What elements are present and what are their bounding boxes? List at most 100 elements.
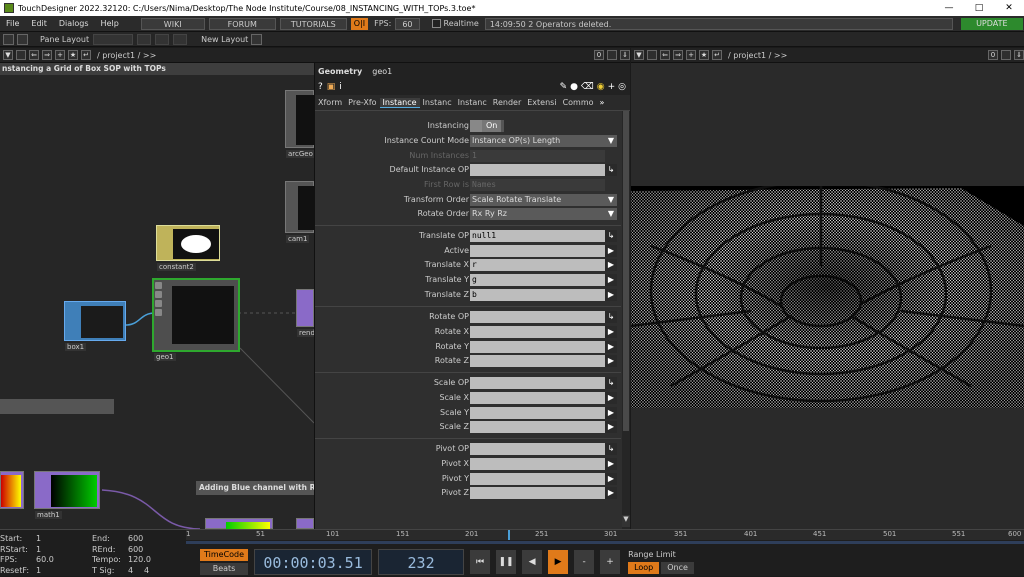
default-op-field[interactable] — [470, 164, 605, 176]
tab-instance[interactable]: Instance — [379, 97, 420, 108]
wiki-button[interactable]: WIKI — [140, 17, 205, 30]
active-field[interactable] — [470, 245, 605, 257]
up-level-icon[interactable]: ↵ — [81, 50, 91, 60]
rewind-icon[interactable]: ⏮ — [470, 550, 491, 574]
node-geo1[interactable]: geo1 — [152, 278, 240, 361]
minimize-button[interactable]: — — [934, 3, 964, 13]
op-name[interactable]: geo1 — [372, 67, 392, 76]
rstart-value[interactable]: 1 — [36, 545, 72, 556]
node-partial-1[interactable] — [205, 518, 273, 529]
realtime-checkbox[interactable] — [431, 19, 441, 28]
playhead[interactable] — [508, 530, 510, 540]
viewer-star-icon[interactable]: ★ — [699, 50, 709, 60]
rotate-z-field[interactable] — [470, 355, 605, 367]
scale-op-field[interactable] — [470, 377, 605, 389]
start-value[interactable]: 1 — [36, 534, 72, 545]
translate-x-arrow-icon[interactable]: ▶ — [605, 259, 617, 271]
scale-z-arrow-icon[interactable]: ▶ — [605, 421, 617, 433]
menu-help[interactable]: Help — [95, 19, 125, 28]
timeline-range-bar[interactable] — [186, 541, 1024, 544]
rotate-y-field[interactable] — [470, 341, 605, 353]
update-button[interactable]: UPDATE — [960, 17, 1023, 30]
menu-dialogs[interactable]: Dialogs — [53, 19, 95, 28]
star-icon[interactable]: ★ — [68, 50, 78, 60]
close-button[interactable]: ✕ — [994, 3, 1024, 13]
pencil-icon[interactable]: ✎ — [560, 82, 568, 92]
loop-button[interactable]: Loop — [628, 561, 660, 574]
translate-y-field[interactable]: g — [470, 274, 605, 286]
translate-op-browse-icon[interactable]: ↳ — [605, 230, 617, 242]
default-op-browse-icon[interactable]: ↳ — [605, 164, 617, 176]
plus-icon[interactable]: + — [600, 550, 621, 574]
rotate-op-field[interactable] — [470, 311, 605, 323]
transform-order-menu[interactable]: Scale Rotate Translate — [470, 194, 605, 206]
tab-xform[interactable]: Xform — [315, 98, 345, 107]
tab-instance-3[interactable]: Instanc — [455, 98, 490, 107]
scale-op-browse-icon[interactable]: ↳ — [605, 377, 617, 389]
count-mode-dropdown-icon[interactable]: ▼ — [605, 135, 617, 147]
translate-z-arrow-icon[interactable]: ▶ — [605, 289, 617, 301]
node-partial-2[interactable] — [296, 518, 314, 529]
viewer-num[interactable]: 0 — [988, 50, 998, 60]
eraser-icon[interactable]: ⌫ — [581, 82, 594, 92]
forward-icon[interactable]: ⇒ — [42, 50, 52, 60]
resetf-value[interactable]: 1 — [36, 566, 72, 577]
network-path[interactable]: / project1 / >> — [97, 51, 156, 60]
pivot-x-arrow-icon[interactable]: ▶ — [605, 458, 617, 470]
pivot-y-arrow-icon[interactable]: ▶ — [605, 473, 617, 485]
tsig-a-value[interactable]: 4 — [128, 566, 144, 577]
back-icon[interactable]: ⇐ — [29, 50, 39, 60]
node-ramp[interactable] — [0, 471, 24, 509]
node-box1[interactable]: box1 — [64, 301, 126, 351]
pivot-z-arrow-icon[interactable]: ▶ — [605, 487, 617, 499]
pane-icon[interactable] — [3, 33, 14, 45]
tab-render[interactable]: Render — [490, 98, 524, 107]
viewer-path[interactable]: / project1 / >> — [728, 51, 787, 60]
frame-display[interactable]: 232 — [378, 549, 465, 575]
viewer-up-level-icon[interactable]: ↵ — [712, 50, 722, 60]
menu-edit[interactable]: Edit — [25, 19, 53, 28]
node-render[interactable]: rend — [296, 289, 314, 337]
python-icon[interactable]: ◉ — [597, 82, 605, 92]
timecode-display[interactable]: 00:00:03.51 — [254, 549, 373, 575]
rend-value[interactable]: 600 — [128, 545, 164, 556]
fps-value[interactable]: 60 — [395, 17, 420, 30]
split-icon[interactable] — [16, 50, 26, 60]
play-icon[interactable]: ▶ — [548, 550, 569, 574]
param-scrollbar[interactable] — [622, 111, 630, 529]
pivot-op-browse-icon[interactable]: ↳ — [605, 443, 617, 455]
rotate-op-browse-icon[interactable]: ↳ — [605, 311, 617, 323]
translate-op-field[interactable]: null1 — [470, 230, 605, 242]
count-mode-menu[interactable]: Instance OP(s) Length — [470, 135, 605, 147]
step-back-icon[interactable]: ◀ — [522, 550, 543, 574]
forum-button[interactable]: FORUM — [208, 17, 276, 30]
first-row-menu[interactable]: Names — [470, 179, 605, 191]
pane-layout-slot-3[interactable] — [155, 33, 170, 45]
pivot-y-field[interactable] — [470, 473, 605, 485]
scale-y-arrow-icon[interactable]: ▶ — [605, 407, 617, 419]
scroll-down-icon[interactable]: ▼ — [622, 515, 630, 527]
once-button[interactable]: Once — [661, 561, 694, 574]
perform-mode-button[interactable]: O|I — [350, 17, 369, 30]
pause-icon[interactable]: ❚❚ — [496, 550, 517, 574]
network-num[interactable]: 0 — [594, 50, 604, 60]
info-icon[interactable]: i — [339, 82, 342, 92]
tabs-more-icon[interactable]: » — [597, 98, 608, 107]
end-value[interactable]: 600 — [128, 534, 164, 545]
add-param-icon[interactable]: + — [608, 82, 616, 92]
node-math1[interactable]: math1 — [34, 471, 100, 519]
pane-layout-slot-4[interactable] — [173, 33, 188, 45]
node-constant2[interactable]: constant2 — [156, 225, 220, 271]
viewer-pane-menu-icon[interactable]: ▼ — [634, 50, 644, 60]
tab-common[interactable]: Commo — [560, 98, 597, 107]
node-arcgeo[interactable]: arcGeo — [285, 90, 314, 158]
python-help-icon[interactable]: ▣ — [327, 82, 336, 92]
render-viewer[interactable] — [631, 63, 1024, 529]
rotate-z-arrow-icon[interactable]: ▶ — [605, 355, 617, 367]
instancing-toggle[interactable]: On — [470, 120, 504, 132]
pane-layout-slot-2[interactable] — [137, 33, 152, 45]
scale-x-field[interactable] — [470, 392, 605, 404]
viewer-back-icon[interactable]: ⇐ — [660, 50, 670, 60]
network-editor[interactable]: nstancing a Grid of Box SOP with TOPs ar… — [0, 63, 314, 529]
network-download-icon[interactable]: ⇓ — [620, 50, 630, 60]
